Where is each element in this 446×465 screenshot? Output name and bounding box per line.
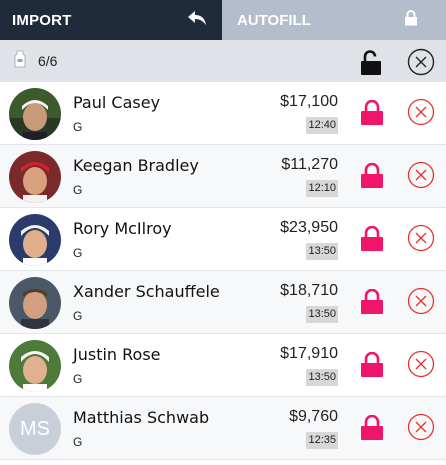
remove-player-icon[interactable] [407,161,435,194]
lock-icon[interactable] [360,288,384,320]
import-tab[interactable]: IMPORT [0,0,222,40]
player-avatar [9,151,61,203]
player-name: Paul Casey [73,93,161,112]
player-position: G [73,246,83,260]
remove-player-icon[interactable] [407,98,435,131]
lineup-summary-bar: 6/6 [0,40,446,82]
player-name: Keegan Bradley [73,156,199,175]
lock-icon[interactable] [360,414,384,446]
player-salary: $11,270 [281,156,338,173]
player-avatar [9,214,61,266]
lineup-count: 6/6 [38,53,58,69]
lock-icon[interactable] [360,99,384,131]
player-position: G [73,309,83,323]
import-label: IMPORT [12,11,72,29]
player-position: G [73,183,83,197]
lock-icon[interactable] [360,351,384,383]
unlock-all-icon[interactable] [360,50,382,81]
player-salary: $17,910 [280,345,338,362]
tee-time: 13:50 [306,369,338,386]
player-salary: $18,710 [280,282,338,299]
player-list: Paul Casey G $17,100 12:40 Keegan Bradle… [0,82,446,460]
autofill-tab[interactable]: AUTOFILL [222,0,446,40]
player-salary: $9,760 [289,408,338,425]
player-position: G [73,372,83,386]
player-avatar-initials: MS [9,403,61,455]
remove-player-icon[interactable] [407,287,435,320]
player-position: G [73,120,83,134]
player-row[interactable]: MS Matthias Schwab G $9,760 12:35 [0,397,446,460]
player-row[interactable]: Justin Rose G $17,910 13:50 [0,334,446,397]
remove-player-icon[interactable] [407,350,435,383]
player-name: Rory McIlroy [73,219,172,238]
player-name: Xander Schauffele [73,282,220,301]
player-name: Matthias Schwab [73,408,210,427]
player-salary: $17,100 [280,93,338,110]
player-avatar [9,88,61,140]
player-name: Justin Rose [73,345,161,364]
player-row[interactable]: Rory McIlroy G $23,950 13:50 [0,208,446,271]
undo-arrow-icon[interactable] [186,9,208,31]
lock-icon[interactable] [360,225,384,257]
remove-all-icon[interactable] [407,48,435,81]
tee-time: 13:50 [306,243,338,260]
player-row[interactable]: Paul Casey G $17,100 12:40 [0,82,446,145]
player-avatar [9,340,61,392]
tee-time: 13:50 [306,306,338,323]
autofill-label: AUTOFILL [237,11,311,29]
tee-time: 12:40 [306,117,338,134]
player-row[interactable]: Xander Schauffele G $18,710 13:50 [0,271,446,334]
remove-player-icon[interactable] [407,413,435,446]
player-position: G [73,435,83,449]
tee-time: 12:10 [306,180,338,197]
lock-icon[interactable] [360,162,384,194]
lock-icon [404,10,418,30]
player-avatar [9,277,61,329]
remove-player-icon[interactable] [407,224,435,257]
jersey-icon [14,50,26,73]
tee-time: 12:35 [306,432,338,449]
player-row[interactable]: Keegan Bradley G $11,270 12:10 [0,145,446,208]
player-salary: $23,950 [280,219,338,236]
top-tab-bar: IMPORT AUTOFILL [0,0,446,40]
